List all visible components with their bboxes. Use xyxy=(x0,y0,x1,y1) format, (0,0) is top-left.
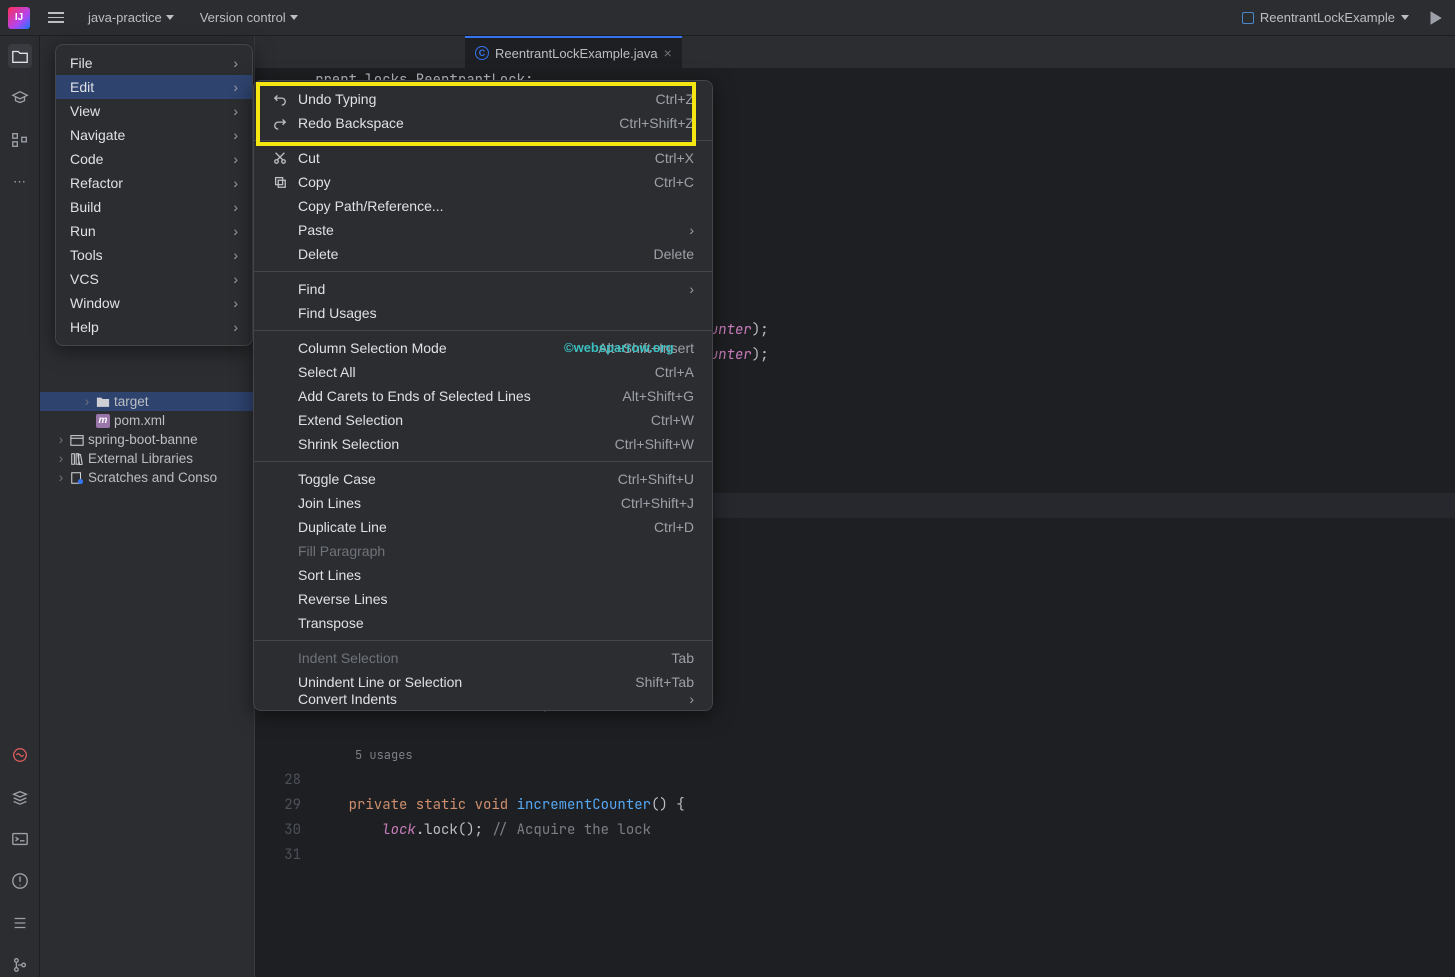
edit-menu-join-lines[interactable]: Join LinesCtrl+Shift+J xyxy=(254,491,712,515)
vcs-tool-icon[interactable] xyxy=(8,953,32,977)
menu-item-tools[interactable]: Tools› xyxy=(56,243,252,267)
edit-menu-reverse-lines[interactable]: Reverse Lines xyxy=(254,587,712,611)
menu-item-refactor[interactable]: Refactor› xyxy=(56,171,252,195)
tree-label: pom.xml xyxy=(114,413,165,428)
edit-menu-duplicate-line[interactable]: Duplicate LineCtrl+D xyxy=(254,515,712,539)
run-config-selector[interactable]: ReentrantLockExample xyxy=(1242,10,1409,25)
edit-menu-extend-selection[interactable]: Extend SelectionCtrl+W xyxy=(254,408,712,432)
edit-menu-select-all[interactable]: Select AllCtrl+A xyxy=(254,360,712,384)
module-icon xyxy=(70,433,84,447)
edit-menu-convert-indents[interactable]: Convert Indents› xyxy=(254,694,712,704)
problems-tool-icon[interactable] xyxy=(8,869,32,893)
tree-item-pom[interactable]: m pom.xml xyxy=(40,411,254,430)
menu-item-run[interactable]: Run› xyxy=(56,219,252,243)
project-tool-icon[interactable] xyxy=(8,44,32,68)
tree-label: spring-boot-banne xyxy=(88,432,198,447)
more-tool-icon[interactable]: ⋯ xyxy=(8,170,32,194)
menu-item-edit[interactable]: Edit› xyxy=(56,75,252,99)
cut-icon xyxy=(273,151,287,165)
chevron-down-icon xyxy=(1401,15,1409,20)
main-menu-popup: File›Edit›View›Navigate›Code›Refactor›Bu… xyxy=(55,44,253,346)
watermark: ©websparrow.org xyxy=(564,340,674,355)
edit-menu-find-usages[interactable]: Find Usages xyxy=(254,301,712,325)
menu-item-code[interactable]: Code› xyxy=(56,147,252,171)
tree-label: target xyxy=(114,394,149,409)
redo-icon xyxy=(273,116,287,130)
tab-label: ReentrantLockExample.java xyxy=(495,46,658,61)
edit-menu-add-carets-to-ends-of-selected-lines[interactable]: Add Carets to Ends of Selected LinesAlt+… xyxy=(254,384,712,408)
folder-icon xyxy=(96,395,110,409)
edit-menu-sort-lines[interactable]: Sort Lines xyxy=(254,563,712,587)
tree-item-target[interactable]: › target xyxy=(40,392,254,411)
chevron-down-icon xyxy=(166,15,174,20)
edit-menu-redo-backspace[interactable]: Redo BackspaceCtrl+Shift+Z xyxy=(254,111,712,135)
edit-menu-cut[interactable]: CutCtrl+X xyxy=(254,146,712,170)
undo-icon xyxy=(273,92,287,106)
edit-menu-unindent-line-or-selection[interactable]: Unindent Line or SelectionShift+Tab xyxy=(254,670,712,694)
structure-tool-icon[interactable] xyxy=(8,128,32,152)
menu-item-vcs[interactable]: VCS› xyxy=(56,267,252,291)
main-menu-icon[interactable] xyxy=(44,8,68,27)
terminal-tool-icon[interactable] xyxy=(8,827,32,851)
editor-tab[interactable]: C ReentrantLockExample.java × xyxy=(465,36,682,68)
run-config-icon xyxy=(1242,12,1254,24)
menu-item-navigate[interactable]: Navigate› xyxy=(56,123,252,147)
tree-label: Scratches and Conso xyxy=(88,470,217,485)
close-icon[interactable]: × xyxy=(664,45,672,61)
services-tool-icon[interactable] xyxy=(8,743,32,767)
run-button[interactable] xyxy=(1423,6,1447,30)
edit-menu-transpose[interactable]: Transpose xyxy=(254,611,712,635)
tree-item-scratches[interactable]: › Scratches and Conso xyxy=(40,468,254,487)
tool-rail: ⋯ xyxy=(0,36,40,977)
maven-icon: m xyxy=(96,414,110,428)
titlebar: IJ java-practice Version control Reentra… xyxy=(0,0,1455,36)
scratch-icon xyxy=(70,471,84,485)
copy-icon xyxy=(273,175,287,189)
edit-menu-indent-selection: Indent SelectionTab xyxy=(254,646,712,670)
edit-menu-copy[interactable]: CopyCtrl+C xyxy=(254,170,712,194)
app-logo-icon: IJ xyxy=(8,7,30,29)
tree-label: External Libraries xyxy=(88,451,193,466)
project-selector[interactable]: java-practice xyxy=(82,6,180,29)
edit-menu-paste[interactable]: Paste› xyxy=(254,218,712,242)
menu-item-help[interactable]: Help› xyxy=(56,315,252,339)
project-name: java-practice xyxy=(88,10,162,25)
edit-menu-find[interactable]: Find› xyxy=(254,277,712,301)
tree-item-spring[interactable]: › spring-boot-banne xyxy=(40,430,254,449)
menu-item-window[interactable]: Window› xyxy=(56,291,252,315)
menu-item-file[interactable]: File› xyxy=(56,51,252,75)
edit-menu-undo-typing[interactable]: Undo TypingCtrl+Z xyxy=(254,87,712,111)
edit-menu-shrink-selection[interactable]: Shrink SelectionCtrl+Shift+W xyxy=(254,432,712,456)
edit-submenu-popup: Undo TypingCtrl+ZRedo BackspaceCtrl+Shif… xyxy=(253,80,713,711)
edit-menu-fill-paragraph: Fill Paragraph xyxy=(254,539,712,563)
chevron-down-icon xyxy=(290,15,298,20)
vcs-selector[interactable]: Version control xyxy=(194,6,304,29)
edit-menu-delete[interactable]: DeleteDelete xyxy=(254,242,712,266)
menu-item-view[interactable]: View› xyxy=(56,99,252,123)
edit-menu-toggle-case[interactable]: Toggle CaseCtrl+Shift+U xyxy=(254,467,712,491)
menu-item-build[interactable]: Build› xyxy=(56,195,252,219)
tree-item-external-libs[interactable]: › External Libraries xyxy=(40,449,254,468)
learn-tool-icon[interactable] xyxy=(8,86,32,110)
class-icon: C xyxy=(475,46,489,60)
run-config-name: ReentrantLockExample xyxy=(1260,10,1395,25)
vcs-label: Version control xyxy=(200,10,286,25)
editor-tabs: C ReentrantLockExample.java × xyxy=(255,36,1455,68)
layers-tool-icon[interactable] xyxy=(8,785,32,809)
todo-tool-icon[interactable] xyxy=(8,911,32,935)
library-icon xyxy=(70,452,84,466)
edit-menu-copy-path-reference-[interactable]: Copy Path/Reference... xyxy=(254,194,712,218)
